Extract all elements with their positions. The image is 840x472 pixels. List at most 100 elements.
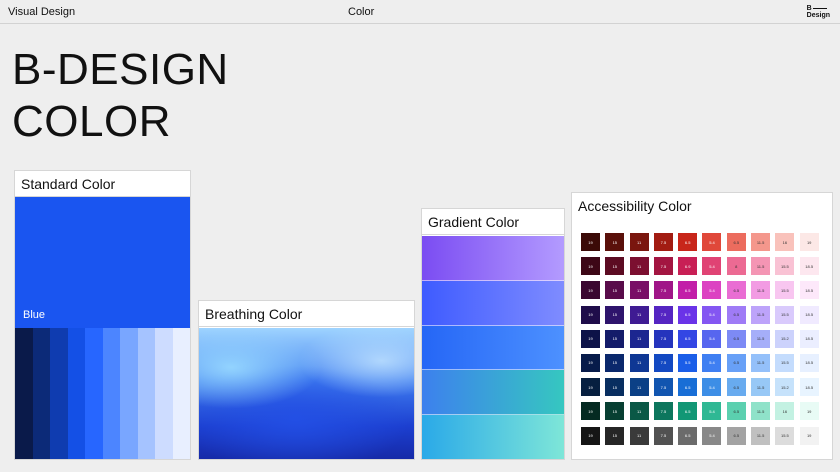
accessibility-row: 19 15 11 7.5 6.5 5.4 6.5 11.5 16 19 [581, 402, 824, 426]
accessibility-row: 19 15 11 7.5 6.5 5.4 6.5 11.5 15.5 18.5 [581, 281, 824, 305]
contrast-swatch: 7.5 [653, 257, 673, 276]
contrast-swatch: 19 [799, 402, 819, 421]
contrast-swatch: 15.2 [775, 378, 795, 397]
contrast-swatch: 11 [629, 329, 649, 348]
contrast-swatch: 11 [629, 402, 649, 421]
blue-scale-swatch [102, 328, 120, 459]
blue-scale-swatch [155, 328, 173, 459]
contrast-swatch: 6.5 [726, 426, 746, 445]
contrast-swatch: 7.5 [653, 281, 673, 300]
contrast-swatch: 6.5 [678, 233, 698, 251]
contrast-swatch: 6.5 [678, 281, 698, 300]
breathing-color-card: Breathing Color [198, 300, 415, 460]
accessibility-row: 19 15 11 7.5 6.5 5.4 6.5 11.5 15.5 18.5 [581, 305, 824, 330]
blue-scale-swatch [32, 328, 50, 459]
contrast-swatch: 19 [581, 281, 600, 300]
contrast-swatch: 11 [629, 233, 649, 251]
contrast-swatch: 19 [799, 233, 819, 251]
contrast-swatch: 7.5 [653, 353, 673, 372]
contrast-swatch: 11 [629, 305, 649, 324]
contrast-swatch: 6.5 [726, 281, 746, 300]
contrast-swatch: 15 [605, 329, 625, 348]
logo-word: Design [806, 12, 830, 19]
blue-scale-swatch [50, 328, 68, 459]
blue-scale-swatch [67, 328, 85, 459]
contrast-swatch: 7.5 [653, 305, 673, 324]
contrast-swatch: 6.5 [726, 378, 746, 397]
page-label: Color [348, 6, 375, 18]
contrast-swatch: 11.5 [751, 329, 771, 348]
contrast-swatch: 18.5 [799, 353, 819, 372]
contrast-swatch: 5.4 [702, 305, 722, 324]
contrast-swatch: 6.5 [726, 329, 746, 348]
contrast-swatch: 6.5 [678, 402, 698, 421]
contrast-swatch: 11.5 [751, 402, 771, 421]
contrast-swatch: 7.5 [653, 402, 673, 421]
contrast-swatch: 6.5 [678, 329, 698, 348]
contrast-swatch: 6.5 [726, 305, 746, 324]
blue-scale-swatch [172, 328, 190, 459]
contrast-swatch: 15 [605, 233, 625, 251]
contrast-swatch: 15 [605, 378, 625, 397]
blue-scale-swatch [120, 328, 138, 459]
contrast-swatch: 11.5 [751, 257, 771, 276]
contrast-swatch: 19 [581, 402, 600, 421]
contrast-swatch: 15.5 [775, 281, 795, 300]
contrast-swatch: 5.4 [702, 402, 722, 421]
gradient-bands [422, 236, 564, 459]
contrast-swatch: 11 [629, 353, 649, 372]
contrast-swatch: 6.5 [726, 233, 746, 251]
accessibility-color-card: Accessibility Color 19 15 11 7.5 6.5 5.4 6.5 11… [571, 192, 833, 460]
contrast-swatch: 19 [581, 378, 600, 397]
gradient-band [422, 325, 564, 371]
gradient-color-card: Gradient Color [421, 208, 565, 460]
contrast-swatch: 11 [629, 281, 649, 300]
contrast-swatch: 16 [775, 233, 795, 251]
contrast-swatch: 18.5 [799, 378, 819, 397]
accessibility-row: 19 15 11 7.5 6.5 5.4 6.5 11.5 15.5 19 [581, 426, 824, 451]
contrast-swatch: 7.5 [653, 329, 673, 348]
contrast-swatch: 11.5 [751, 233, 771, 251]
gradient-band [422, 236, 564, 281]
contrast-swatch: 6.5 [678, 378, 698, 397]
contrast-swatch: 6.5 [678, 305, 698, 324]
gradient-band [422, 370, 564, 416]
gradient-color-title: Gradient Color [422, 209, 564, 235]
contrast-swatch: 19 [581, 233, 600, 251]
contrast-swatch: 16 [775, 402, 795, 421]
contrast-swatch: 19 [581, 426, 600, 445]
contrast-swatch: 11 [629, 257, 649, 276]
contrast-swatch: 11.5 [751, 305, 771, 324]
accessibility-row: 19 15 11 7.5 6.9 5.4 8 11.5 15.5 18.5 [581, 257, 824, 281]
contrast-swatch: 7.5 [653, 426, 673, 445]
hero-line-1: B-DESIGN [12, 45, 229, 94]
contrast-swatch: 15 [605, 257, 625, 276]
gradient-band [422, 415, 564, 459]
standard-color-card: Standard Color Blue [14, 170, 191, 460]
contrast-swatch: 7.5 [653, 233, 673, 251]
primary-blue-swatch: Blue [15, 197, 190, 328]
hero-title: B-DESIGN COLOR [12, 44, 229, 148]
primary-blue-label: Blue [23, 309, 46, 321]
contrast-swatch: 11.5 [751, 353, 771, 372]
contrast-swatch: 15.5 [775, 305, 795, 324]
contrast-swatch: 5.4 [702, 353, 722, 372]
accessibility-row: 19 15 11 7.5 6.5 5.4 6.5 11.5 16 19 [581, 233, 824, 257]
contrast-swatch: 15.2 [775, 329, 795, 348]
contrast-swatch: 19 [581, 305, 600, 324]
b-design-logo: B Design [807, 5, 830, 19]
contrast-swatch: 5.4 [702, 378, 722, 397]
contrast-swatch: 5.4 [702, 257, 722, 276]
contrast-swatch: 5.4 [702, 426, 722, 445]
contrast-swatch: 8 [726, 257, 746, 276]
breathing-color-title: Breathing Color [199, 301, 414, 327]
contrast-swatch: 15 [605, 353, 625, 372]
contrast-swatch: 11 [629, 426, 649, 445]
contrast-swatch: 19 [581, 329, 600, 348]
contrast-swatch: 15 [605, 305, 625, 324]
blue-scale-swatch [15, 328, 33, 459]
contrast-swatch: 18.5 [799, 305, 819, 324]
contrast-swatch: 7.5 [653, 378, 673, 397]
contrast-swatch: 5.4 [702, 233, 722, 251]
contrast-swatch: 5.5 [678, 353, 698, 372]
